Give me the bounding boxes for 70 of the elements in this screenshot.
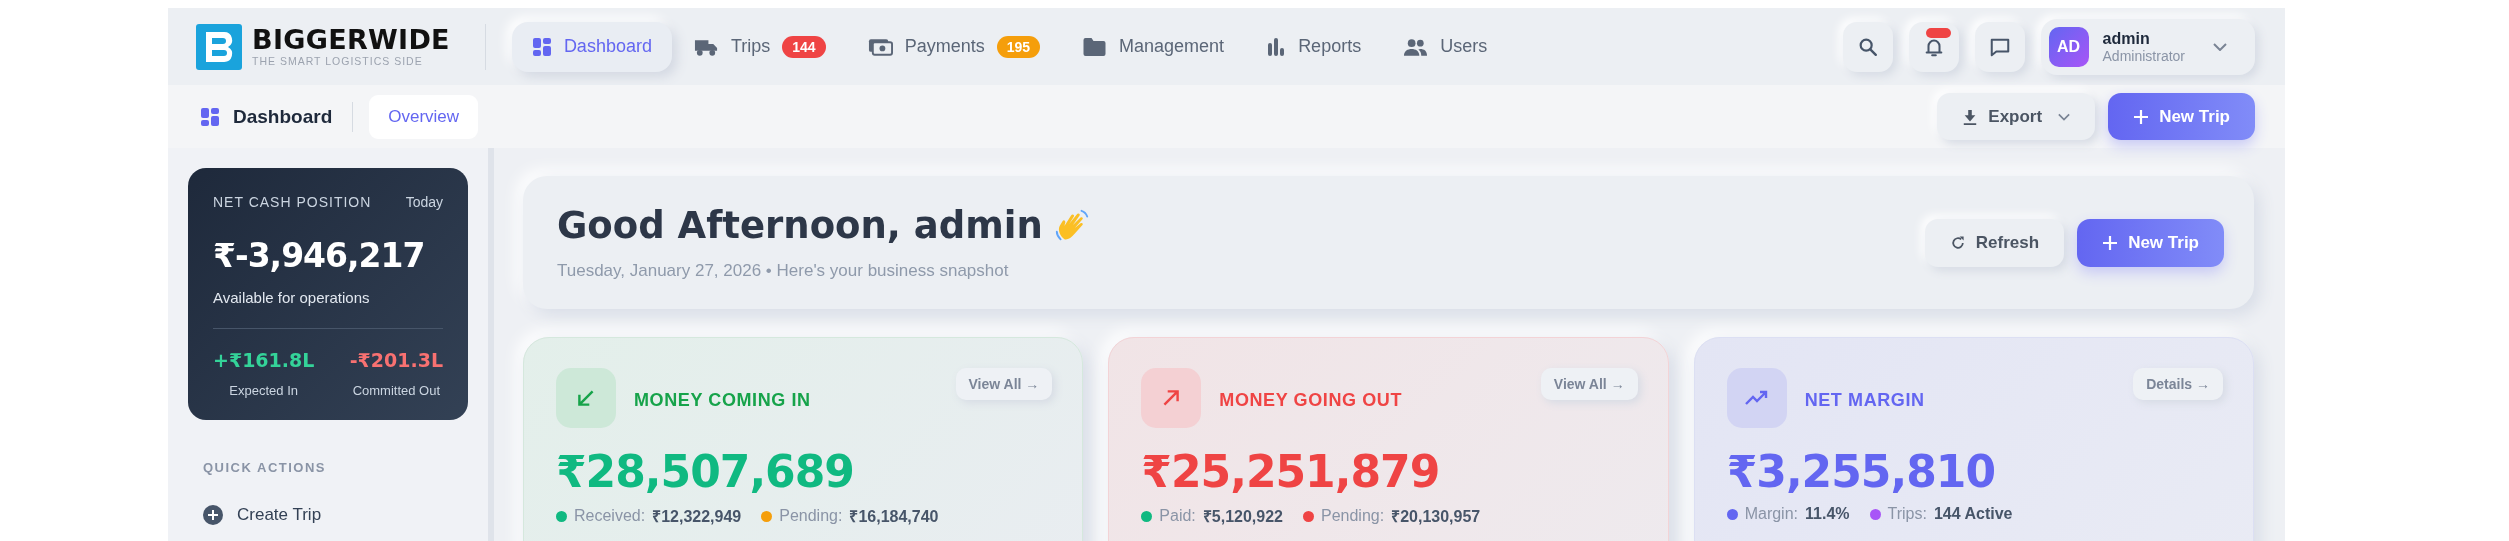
flow-label: Committed Out: [352, 383, 441, 398]
export-button[interactable]: Export: [1937, 93, 2096, 140]
brand-name: BIGGERWIDE: [252, 26, 450, 53]
detail-label: Paid:: [1159, 507, 1196, 525]
detail-value: ₹16,184,740: [849, 507, 939, 527]
view-all-link[interactable]: View All →: [955, 368, 1053, 400]
stat-title: NET MARGIN: [1804, 389, 1925, 411]
nav-item[interactable]: Dashboard: [511, 21, 672, 72]
nav-item[interactable]: Reports: [1246, 21, 1382, 72]
detail-value: ₹20,130,957: [1391, 507, 1481, 527]
messages-button[interactable]: [1974, 21, 2025, 72]
nav-item[interactable]: Users: [1383, 21, 1508, 72]
period-label: Today: [405, 194, 443, 210]
user-menu[interactable]: AD admin Administrator: [2040, 18, 2255, 75]
user-avatar: AD: [2048, 26, 2089, 67]
cash-icon: [867, 36, 893, 57]
flow-label: Expected In: [229, 383, 298, 398]
card-title: NET CASH POSITION: [213, 194, 372, 210]
stat-amount: ₹28,507,689: [556, 446, 855, 497]
flow-amount: -₹201.3L: [349, 349, 443, 371]
plus-icon: [2133, 108, 2150, 125]
detail-label: Pending:: [779, 507, 843, 525]
user-name: admin: [2102, 29, 2150, 48]
grid-icon: [200, 106, 220, 127]
view-all-link[interactable]: View All →: [1540, 368, 1638, 400]
new-trip-button[interactable]: New Trip: [2108, 93, 2255, 140]
brand-tagline: THE SMART LOGISTICS SIDE: [252, 55, 424, 67]
greeting-title: Good Afternoon, admin: [557, 204, 1043, 247]
detail-label: Pending:: [1321, 507, 1385, 525]
cash-caption: Available for operations: [213, 289, 371, 306]
count-badge: 144: [782, 35, 826, 58]
count-badge: 195: [996, 35, 1041, 58]
grid-icon: [531, 36, 552, 57]
detail-label: Trips:: [1887, 505, 1927, 523]
search-button[interactable]: [1842, 21, 1893, 72]
cash-amount: ₹-3,946,217: [213, 236, 425, 275]
detail-value: ₹12,322,949: [652, 507, 742, 527]
user-role: Administrator: [2102, 47, 2185, 64]
bar-chart-icon: [1266, 36, 1287, 57]
detail-value: ₹5,120,922: [1202, 507, 1283, 527]
flow-amount: +₹161.8L: [213, 349, 315, 371]
nav-item[interactable]: Payments 195: [847, 21, 1061, 72]
new-trip-button[interactable]: New Trip: [2077, 218, 2224, 267]
stat-amount: ₹25,251,879: [1141, 446, 1441, 497]
chevron-down-icon: [2213, 42, 2227, 51]
page-title: Dashboard: [233, 105, 333, 128]
greeting-subtitle: Tuesday, January 27, 2026 • Here's your business snapshot: [557, 261, 1010, 281]
quick-action[interactable]: Create Trip: [203, 505, 468, 525]
section-heading: QUICK ACTIONS: [203, 460, 328, 475]
detail-label: Received:: [574, 507, 646, 525]
detail-value: 11.4%: [1805, 505, 1850, 523]
stat-title: MONEY COMING IN: [634, 389, 811, 411]
download-icon: [1962, 108, 1979, 125]
nav-item[interactable]: Management: [1062, 21, 1245, 72]
refresh-icon: [1949, 234, 1966, 251]
chevron-down-icon: [2058, 112, 2071, 121]
nav-item[interactable]: Trips 144: [673, 21, 846, 72]
page-tab[interactable]: Overview: [369, 94, 479, 139]
stat-title: MONEY GOING OUT: [1219, 389, 1402, 411]
notifications-button[interactable]: [1908, 21, 1959, 72]
detail-value: 144 Active: [1933, 505, 2013, 523]
stat-amount: ₹3,255,810: [1726, 446, 1996, 497]
folder-icon: [1082, 36, 1108, 57]
detail-label: Margin:: [1744, 505, 1798, 523]
plus-icon: [2102, 234, 2119, 251]
users-icon: [1403, 36, 1429, 57]
refresh-button[interactable]: Refresh: [1924, 218, 2065, 267]
logo-icon: [196, 23, 242, 70]
plus-circle-icon: [203, 505, 223, 525]
view-all-link[interactable]: Details →: [2133, 368, 2223, 400]
